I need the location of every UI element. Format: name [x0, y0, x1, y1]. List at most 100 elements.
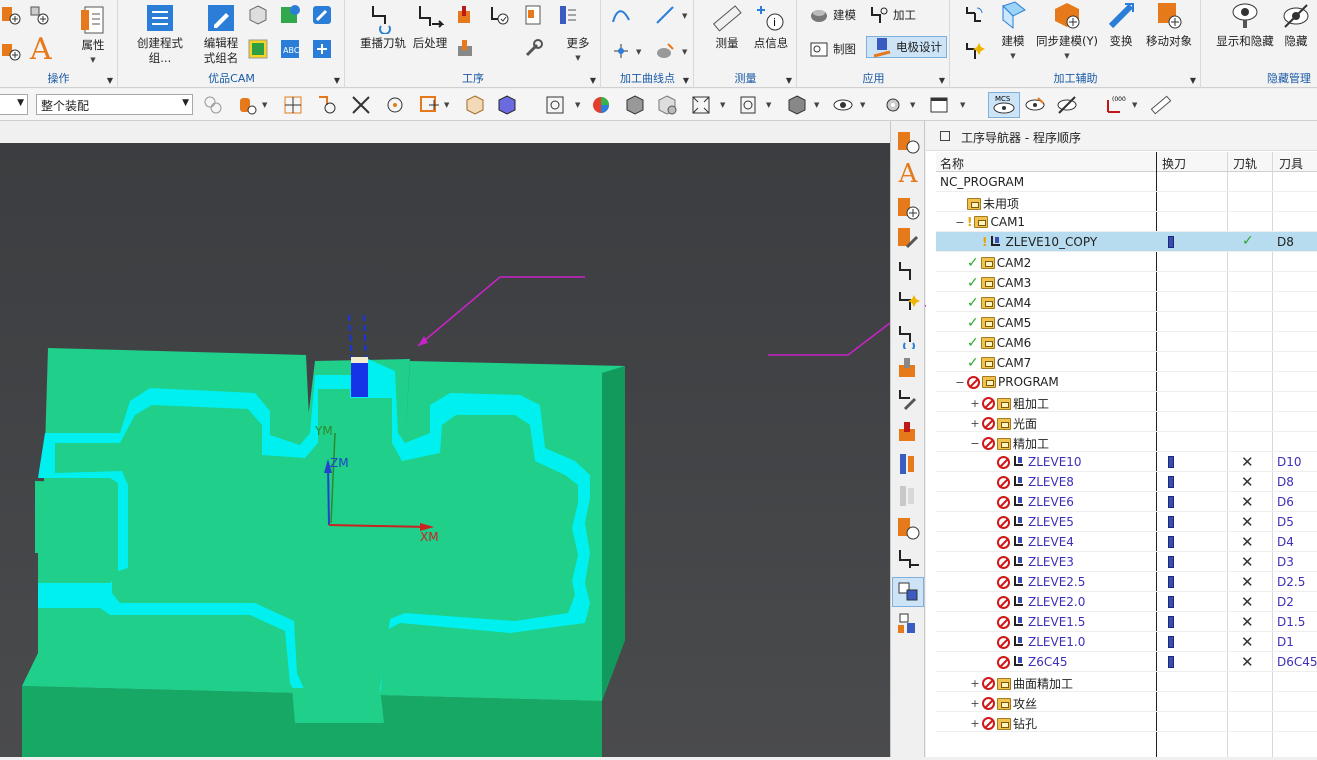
operation-row[interactable]: ZLEVE5 ✕ D5: [936, 512, 1317, 532]
extract-dropdown-icon[interactable]: ▼: [682, 48, 687, 56]
expand-icon[interactable]: +: [970, 697, 980, 710]
machining-button[interactable]: 加工: [868, 4, 916, 26]
operation-row[interactable]: ZLEVE8 ✕ D8: [936, 472, 1317, 492]
point-dropdown-icon[interactable]: ▼: [636, 48, 641, 56]
operation-row[interactable]: ZLEVE1.5 ✕ D1.5: [936, 612, 1317, 632]
res-operation-navigator-tab[interactable]: [892, 577, 924, 607]
group-options-icon[interactable]: ▼: [1190, 76, 1196, 85]
preferences-dropdown-icon[interactable]: ▼: [910, 101, 915, 109]
operation-row[interactable]: ZLEVE3 ✕ D3: [936, 552, 1317, 572]
operation-row[interactable]: ! ZLEVE10_COPY ✓ D8: [936, 232, 1317, 252]
color-wheel-icon[interactable]: [590, 94, 612, 116]
measure-button[interactable]: 测量: [707, 2, 747, 51]
snap-intersection-icon[interactable]: [350, 94, 372, 116]
shaded-view-icon[interactable]: [624, 94, 646, 116]
more-button[interactable]: 更多 ▼: [560, 36, 596, 66]
coordinate-annotation-icon[interactable]: (000): [1104, 94, 1126, 116]
line-dropdown-icon[interactable]: ▼: [682, 12, 687, 20]
tool-wrench-icon[interactable]: [522, 38, 544, 60]
transform-button[interactable]: 变换: [1103, 0, 1139, 49]
snap-end-icon[interactable]: [316, 94, 338, 116]
snap-dropdown-icon[interactable]: ▼: [262, 101, 267, 109]
electrode-design-button[interactable]: 电极设计: [866, 36, 947, 58]
program-group-row[interactable]: + 粗加工: [936, 392, 1317, 412]
sync-modeling-button[interactable]: 同步建模(Y) ▼: [1035, 0, 1099, 64]
group-options-icon[interactable]: ▼: [107, 76, 113, 85]
expand-icon[interactable]: +: [970, 677, 980, 690]
res-postprocess-icon[interactable]: [895, 547, 921, 573]
sync-modeling-dropdown-icon[interactable]: ▼: [1035, 49, 1099, 64]
column-header-tool[interactable]: 刀具: [1279, 155, 1303, 172]
cam-text-icon[interactable]: ABC: [279, 38, 301, 60]
section-dropdown-icon[interactable]: ▼: [766, 101, 771, 109]
operation-row[interactable]: Z6C45 ✕ D6C45: [936, 652, 1317, 672]
program-group-row[interactable]: + 曲面精加工: [936, 672, 1317, 692]
extract-curve-icon[interactable]: [654, 40, 676, 62]
edit-program-group-name-button[interactable]: 编辑程 式组名: [199, 2, 243, 66]
add-operation-icon[interactable]: [0, 40, 22, 62]
attributes-dropdown-icon[interactable]: ▼: [72, 53, 114, 68]
column-header-name[interactable]: 名称: [940, 155, 964, 172]
cam-wrench-icon[interactable]: [311, 4, 333, 26]
line-icon[interactable]: [654, 4, 676, 26]
cam-color-icon[interactable]: [247, 38, 269, 60]
hide-button[interactable]: 隐藏: [1278, 0, 1314, 49]
column-header-toolpath[interactable]: 刀轨: [1233, 155, 1257, 172]
visibility-dropdown-icon[interactable]: ▼: [860, 101, 865, 109]
annotation-dropdown-icon[interactable]: ▼: [1132, 101, 1137, 109]
hide-all-icon[interactable]: [1056, 94, 1078, 116]
background-dropdown-icon[interactable]: ▼: [960, 101, 965, 109]
program-group-row[interactable]: − PROGRAM: [936, 372, 1317, 392]
add-geometry-icon[interactable]: [0, 4, 22, 26]
graphics-viewport[interactable]: YM ZM XM: [0, 143, 891, 757]
selection-scope-dropdown[interactable]: 整个装配 ▼: [36, 94, 193, 115]
program-group-row[interactable]: −! CAM1: [936, 212, 1317, 232]
group-options-icon[interactable]: ▼: [786, 76, 792, 85]
part-model-view[interactable]: YM ZM XM: [0, 143, 891, 757]
snap-quadrant-icon[interactable]: [418, 94, 440, 116]
cam-check-icon[interactable]: [279, 4, 301, 26]
res-add-icon[interactable]: [895, 195, 921, 221]
zoom-dropdown-icon[interactable]: ▼: [575, 101, 580, 109]
res-sync-icon[interactable]: [895, 259, 921, 285]
preferences-gear-icon[interactable]: [882, 94, 904, 116]
res-text-icon[interactable]: A: [895, 161, 921, 187]
res-wrench-icon[interactable]: [895, 387, 921, 413]
visibility-eye-icon[interactable]: [832, 94, 854, 116]
show-hide-button[interactable]: 显示和隐藏: [1212, 0, 1278, 49]
collapse-icon[interactable]: −: [970, 437, 980, 450]
cam-hole-icon[interactable]: [311, 38, 333, 60]
res-operation-add-icon[interactable]: [895, 515, 921, 541]
move-object-button[interactable]: 移动对象: [1141, 0, 1197, 49]
sparkle-icon[interactable]: [963, 40, 985, 62]
pin-icon[interactable]: [940, 131, 950, 141]
res-machine-navigator-icon[interactable]: [895, 611, 921, 637]
group-options-icon[interactable]: ▼: [939, 76, 945, 85]
program-group-row[interactable]: ✓ CAM7: [936, 352, 1317, 372]
point-info-button[interactable]: i 点信息: [749, 2, 793, 51]
shop-doc-icon[interactable]: [522, 4, 544, 26]
tool-library-icon[interactable]: [556, 4, 578, 26]
verify-toolpath-icon[interactable]: [454, 4, 476, 26]
blue-box-icon[interactable]: [496, 94, 518, 116]
res-simulate-icon[interactable]: [895, 355, 921, 381]
group-options-icon[interactable]: ▼: [334, 76, 340, 85]
text-annotation-icon[interactable]: A: [30, 32, 52, 67]
res-sparkle-icon[interactable]: [895, 289, 921, 315]
settings-view-icon[interactable]: [656, 94, 678, 116]
expand-icon[interactable]: +: [970, 417, 980, 430]
drawing-button[interactable]: 制图: [808, 38, 856, 60]
create-program-group-button[interactable]: 创建程式组...: [127, 2, 193, 66]
box-icon[interactable]: [464, 94, 486, 116]
simulate-icon[interactable]: [454, 38, 476, 60]
modeling-button[interactable]: 建模 ▼: [993, 0, 1033, 64]
solid-box-icon[interactable]: [247, 4, 269, 26]
snap-more-dropdown-icon[interactable]: ▼: [444, 101, 449, 109]
wcs-toggle-button[interactable]: MCS: [988, 92, 1020, 118]
group-options-icon[interactable]: ▼: [590, 76, 596, 85]
ruler-measure-icon[interactable]: [1150, 94, 1172, 116]
program-group-row[interactable]: ✓ CAM6: [936, 332, 1317, 352]
res-tool-library-icon[interactable]: [895, 451, 921, 477]
program-group-row[interactable]: ✓ CAM2: [936, 252, 1317, 272]
program-group-row[interactable]: + 钻孔: [936, 712, 1317, 732]
